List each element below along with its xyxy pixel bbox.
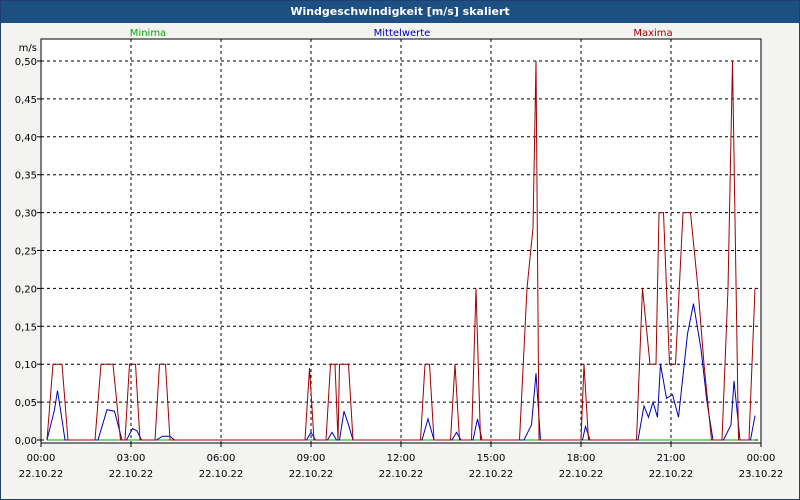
x-tick-time: 00:00 bbox=[27, 453, 56, 464]
x-tick-time: 18:00 bbox=[567, 453, 596, 464]
y-tick-label: 0,00 bbox=[15, 436, 37, 447]
x-tick-date: 22.10.22 bbox=[199, 469, 244, 480]
y-tick-label: 0,35 bbox=[15, 171, 37, 182]
y-tick-label: 0,15 bbox=[15, 322, 37, 333]
x-tick-date: 22.10.22 bbox=[469, 469, 514, 480]
x-tick-date: 22.10.22 bbox=[289, 469, 334, 480]
y-tick-label: 0,40 bbox=[15, 133, 37, 144]
y-axis-label: m/s bbox=[19, 43, 37, 54]
x-tick-time: 15:00 bbox=[477, 453, 506, 464]
chart-window: Windgeschwindigkeit [m/s] skaliert 0,00 0… bbox=[0, 0, 800, 500]
x-tick-date: 23.10.22 bbox=[739, 469, 784, 480]
x-tick-date: 22.10.22 bbox=[19, 469, 64, 480]
x-tick-time: 21:00 bbox=[657, 453, 686, 464]
x-tick-date: 22.10.22 bbox=[379, 469, 424, 480]
legend-max: Maxima bbox=[633, 28, 672, 39]
legend: Minima Mittelwerte Maxima bbox=[130, 28, 673, 39]
y-tick-label: 0,50 bbox=[15, 57, 37, 68]
x-tick-time: 06:00 bbox=[207, 453, 236, 464]
x-tick-time: 09:00 bbox=[297, 453, 326, 464]
y-tick-label: 0,05 bbox=[15, 398, 37, 409]
y-tick-label: 0,10 bbox=[15, 360, 37, 371]
x-tick-date: 22.10.22 bbox=[649, 469, 694, 480]
y-tick-label: 0,25 bbox=[15, 247, 37, 258]
y-tick-label: 0,20 bbox=[15, 284, 37, 295]
x-tick-date: 22.10.22 bbox=[559, 469, 604, 480]
x-tick-time: 00:00 bbox=[747, 453, 776, 464]
x-tick-date: 22.10.22 bbox=[109, 469, 154, 480]
x-tick-time: 12:00 bbox=[387, 453, 416, 464]
legend-min: Minima bbox=[130, 28, 166, 39]
y-tick-label: 0,45 bbox=[15, 95, 37, 106]
window-title: Windgeschwindigkeit [m/s] skaliert bbox=[1, 1, 799, 23]
chart-svg: 0,00 0,05 0,10 0,15 0,20 0,25 0,30 0,35 0,40 0,45… bbox=[15, 28, 784, 480]
y-tick-label: 0,30 bbox=[15, 209, 37, 220]
legend-mean: Mittelwerte bbox=[374, 28, 431, 39]
x-tick-time: 03:00 bbox=[117, 453, 146, 464]
